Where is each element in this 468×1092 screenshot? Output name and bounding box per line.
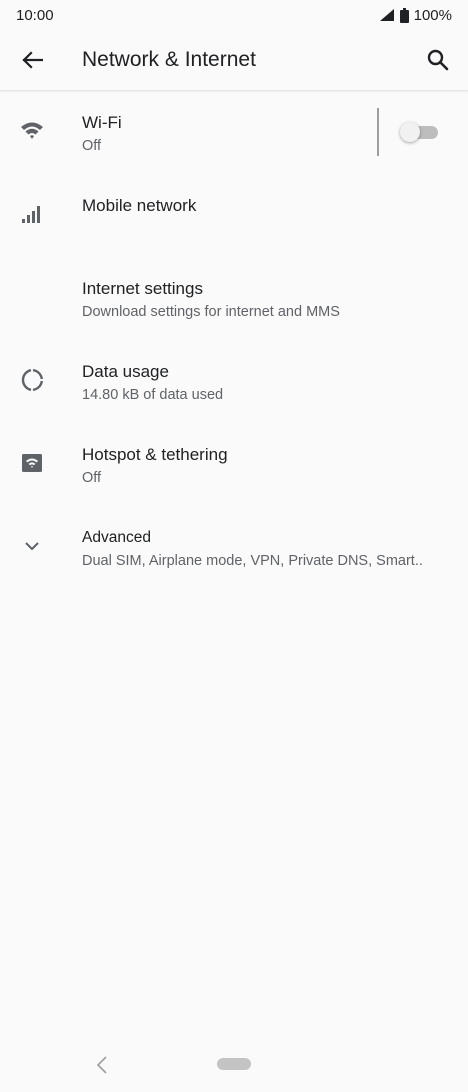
wifi-toggle[interactable] (400, 122, 438, 142)
nav-back-icon[interactable] (92, 1054, 112, 1076)
status-bar: 10:00 100% (0, 0, 468, 30)
data-usage-title: Data usage (82, 362, 169, 381)
advanced-summary: Dual SIM, Airplane mode, VPN, Private DN… (82, 553, 423, 569)
advanced-title: Advanced (82, 529, 151, 546)
status-time: 10:00 (16, 6, 54, 24)
status-icons: 100% (379, 7, 452, 24)
advanced-row[interactable]: Advanced Dual SIM, Airplane mode, VPN, P… (0, 506, 468, 589)
search-button[interactable] (422, 44, 454, 76)
advanced-text: Advanced Dual SIM, Airplane mode, VPN, P… (82, 527, 446, 571)
arrow-back-icon (22, 51, 43, 69)
chevron-down-icon (18, 532, 46, 560)
toggle-divider (377, 108, 379, 156)
screen: 10:00 100% Network & Internet Wi-Fi Off … (0, 0, 468, 1092)
hotspot-status: Off (82, 470, 102, 486)
mobile-network-text: Mobile network (82, 195, 446, 217)
page-title: Network & Internet (82, 48, 256, 71)
navigation-bar (0, 1036, 468, 1092)
mobile-network-row[interactable]: Mobile network (0, 174, 468, 257)
data-usage-row[interactable]: Data usage 14.80 kB of data used (0, 340, 468, 423)
wifi-icon (18, 117, 46, 145)
hotspot-title: Hotspot & tethering (82, 445, 228, 464)
battery-percent: 100% (413, 6, 452, 24)
nav-home-pill[interactable] (217, 1058, 251, 1070)
cell-signal-icon (379, 8, 395, 22)
wifi-status: Off (82, 138, 102, 154)
wifi-row[interactable]: Wi-Fi Off (0, 91, 468, 174)
internet-settings-title: Internet settings (82, 279, 203, 298)
toggle-thumb (400, 122, 420, 142)
settings-list: Wi-Fi Off Mobile network Internet settin… (0, 91, 468, 589)
data-usage-summary: 14.80 kB of data used (82, 387, 224, 403)
battery-icon (399, 7, 409, 23)
internet-settings-text: Internet settings Download settings for … (82, 278, 446, 322)
search-icon (427, 49, 449, 71)
app-bar: Network & Internet (0, 30, 468, 91)
wifi-title: Wi-Fi (82, 113, 122, 132)
hotspot-text: Hotspot & tethering Off (82, 444, 446, 488)
data-usage-icon (18, 366, 46, 394)
cell-signal-icon (18, 200, 46, 228)
data-usage-text: Data usage 14.80 kB of data used (82, 361, 446, 405)
hotspot-row[interactable]: Hotspot & tethering Off (0, 423, 468, 506)
wifi-text: Wi-Fi Off (82, 112, 446, 156)
internet-settings-summary: Download settings for internet and MMS (82, 304, 340, 320)
mobile-network-title: Mobile network (82, 196, 197, 215)
hotspot-icon (18, 449, 46, 477)
back-button[interactable] (16, 44, 48, 76)
internet-settings-row[interactable]: Internet settings Download settings for … (0, 257, 468, 340)
